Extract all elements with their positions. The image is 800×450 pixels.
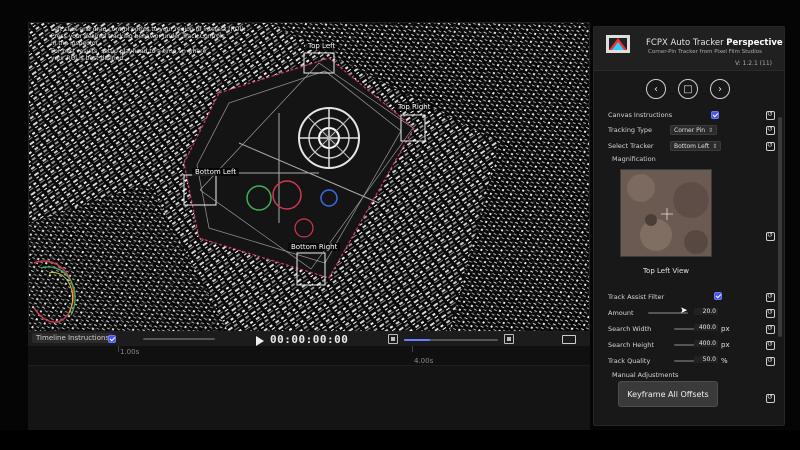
app-window: Left click and drag control points to yo… [0,0,800,450]
canvas-instructions-label: Canvas Instructions [608,111,673,119]
reset-icon[interactable] [766,231,775,241]
search-height-label: Search Height [608,341,654,349]
track-quality-slider[interactable] [674,360,694,362]
tracking-type-label: Tracking Type [608,126,653,134]
stepper-icon: ⇕ [708,127,714,134]
search-width-label: Search Width [608,325,652,333]
unit-label: px [721,325,730,333]
track-assist-filter-checkbox[interactable] [714,292,722,300]
select-tracker-select[interactable]: Bottom Left ⇕ [670,141,722,151]
next-button[interactable]: › [710,79,730,99]
canvas-instructions-text: Left click and drag control points to yo… [51,26,246,62]
track-assist-filter-label: Track Assist Filter [608,293,665,301]
timeline-instructions-checkbox[interactable] [108,335,116,343]
timeline-toolbar: Timeline Instructions 00:00:00:00 [28,332,590,346]
square-icon: □ [683,83,693,95]
chevron-left-icon: ‹ [654,83,658,95]
previous-button[interactable]: ‹ [646,79,666,99]
out-point-icon[interactable] [504,334,514,344]
unit-label: px [721,341,730,349]
reset-icon[interactable] [766,141,775,151]
canvas-instructions-checkbox[interactable] [711,111,719,119]
inspector-panel: FCPX Auto Tracker Perspective Corner-Pin… [593,26,785,426]
zoom-slider-fill [404,339,430,341]
top-letterbox [0,0,800,22]
panel-subtitle: Corner-Pin Tracker from Pixel Film Studi… [648,49,763,55]
chevron-right-icon: › [718,83,722,95]
fullscreen-icon[interactable] [562,335,576,344]
stop-button[interactable]: □ [678,79,698,99]
bottom-letterbox [0,430,800,450]
view-caption: Top Left View [642,267,690,275]
corner-label-bottom-left[interactable]: Bottom Left [192,168,240,176]
magnification-label: Magnification [612,155,656,163]
reset-icon[interactable] [766,125,775,135]
play-icon[interactable] [256,336,264,346]
reset-icon[interactable] [766,324,775,334]
tick-label: 1.00s [120,348,140,356]
aerial-city-image [29,23,589,331]
timeline-instructions-label: Timeline Instructions [32,333,114,343]
panel-title: FCPX Auto Tracker Perspective [646,38,783,48]
stepper-icon: ⇕ [712,143,718,150]
timecode-display: 00:00:00:00 [270,333,349,346]
corner-label-top-left[interactable]: Top Left [305,42,339,50]
navigation-row: ‹ □ › [594,71,784,107]
search-width-value[interactable]: 400.0 [694,324,718,331]
tracking-type-select[interactable]: Corner Pin ⇕ [670,125,718,135]
unit-label: % [721,357,728,365]
panel-header: FCPX Auto Tracker Perspective Corner-Pin… [594,27,784,71]
pointer-cursor-icon: ➤ [680,306,688,316]
corner-label-top-right[interactable]: Top Right [395,103,434,111]
manual-adjustments-label: Manual Adjustments [612,371,679,379]
timeline-ruler[interactable]: 1.00s 4.00s [28,346,590,366]
search-width-slider[interactable] [674,328,694,330]
reset-icon[interactable] [766,110,775,120]
reset-icon[interactable] [766,340,775,350]
reset-icon[interactable] [766,308,775,318]
corner-label-bottom-right[interactable]: Bottom Right [288,243,341,251]
track-quality-label: Track Quality [608,357,651,365]
app-logo-icon [606,35,630,53]
panel-scrollbar[interactable] [778,117,782,337]
reset-icon[interactable] [766,356,775,366]
search-height-value[interactable]: 400.0 [694,340,718,347]
tick-label: 4.00s [414,357,434,365]
version-label: V: 1.2.1 (11) [734,60,772,67]
search-height-slider[interactable] [674,344,694,346]
video-viewer[interactable]: Left click and drag control points to yo… [28,22,590,332]
reset-icon[interactable] [766,292,775,302]
magnification-view [620,169,712,257]
magnified-texture [621,170,711,256]
amount-label: Amount [608,309,634,317]
in-point-icon[interactable] [388,334,398,344]
jog-scrubber[interactable] [143,335,215,343]
track-quality-value[interactable]: 50.0 [694,356,718,363]
reset-icon[interactable] [766,393,775,403]
select-tracker-label: Select Tracker [608,142,654,150]
amount-value[interactable]: 20.0 [694,308,718,315]
timeline: Timeline Instructions 00:00:00:00 1.00s … [28,332,590,430]
keyframe-all-offsets-button[interactable]: Keyframe All Offsets [618,381,718,407]
